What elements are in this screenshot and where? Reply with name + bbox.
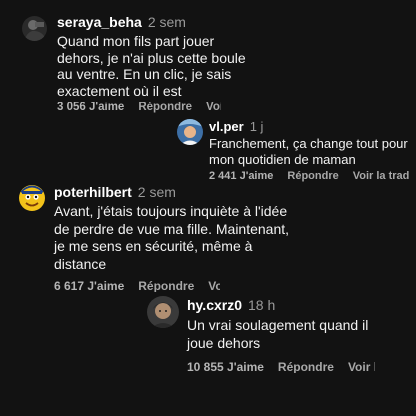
username[interactable]: seraya_beha <box>57 14 142 30</box>
reply-button[interactable]: Répondre <box>278 361 334 373</box>
timestamp: 2 sem <box>147 14 186 30</box>
comment-header: seraya_beha 2 sem <box>57 15 186 29</box>
avatar[interactable] <box>147 296 179 328</box>
comment-header: vl.per 1 j <box>209 120 263 133</box>
comment-text: Quand mon fils part jouer dehors, je n'a… <box>57 33 246 99</box>
username[interactable]: vl.per <box>209 119 244 134</box>
translate-link[interactable]: Voir la tra <box>206 102 221 113</box>
comment-text: Franchement, ça change tout pour mon quo… <box>209 136 408 167</box>
avatar[interactable] <box>22 16 47 41</box>
reply-button[interactable]: Répondre <box>287 171 338 182</box>
like-button[interactable]: 6 617 J'aime <box>54 280 124 292</box>
username[interactable]: poterhilbert <box>54 184 132 200</box>
comment-actions: 10 855 J'aime Répondre Voir la tr <box>187 361 375 373</box>
timestamp: 18 h <box>248 297 276 313</box>
reply-button[interactable]: Répondre <box>138 102 192 113</box>
comment-text: Un vrai soulagement quand il joue dehors <box>187 317 369 351</box>
avatar[interactable] <box>17 183 47 213</box>
translate-link[interactable]: Voir la trad <box>353 171 409 182</box>
comment-actions: 6 617 J'aime Répondre Voir la tradu <box>54 280 220 292</box>
username[interactable]: hy.cxrz0 <box>187 297 242 313</box>
timestamp: 2 sem <box>137 184 176 200</box>
comment-header: hy.cxrz0 18 h <box>187 298 275 312</box>
translate-link[interactable]: Voir la tradu <box>208 280 220 292</box>
translate-link[interactable]: Voir la tr <box>348 361 375 373</box>
like-button[interactable]: 2 441 J'aime <box>209 171 273 182</box>
like-button[interactable]: 3 056 J'aime <box>57 102 124 113</box>
reply-button[interactable]: Répondre <box>138 280 194 292</box>
timestamp: 1 j <box>249 119 264 134</box>
comment-text: Avant, j'étais toujours inquiète à l'idé… <box>54 203 290 272</box>
comment-actions: 2 441 J'aime Répondre Voir la trad <box>209 171 409 182</box>
like-button[interactable]: 10 855 J'aime <box>187 361 264 373</box>
comment-header: poterhilbert 2 sem <box>54 185 176 199</box>
comment-actions: 3 056 J'aime Répondre Voir la tra <box>57 102 221 114</box>
avatar[interactable] <box>177 119 203 145</box>
